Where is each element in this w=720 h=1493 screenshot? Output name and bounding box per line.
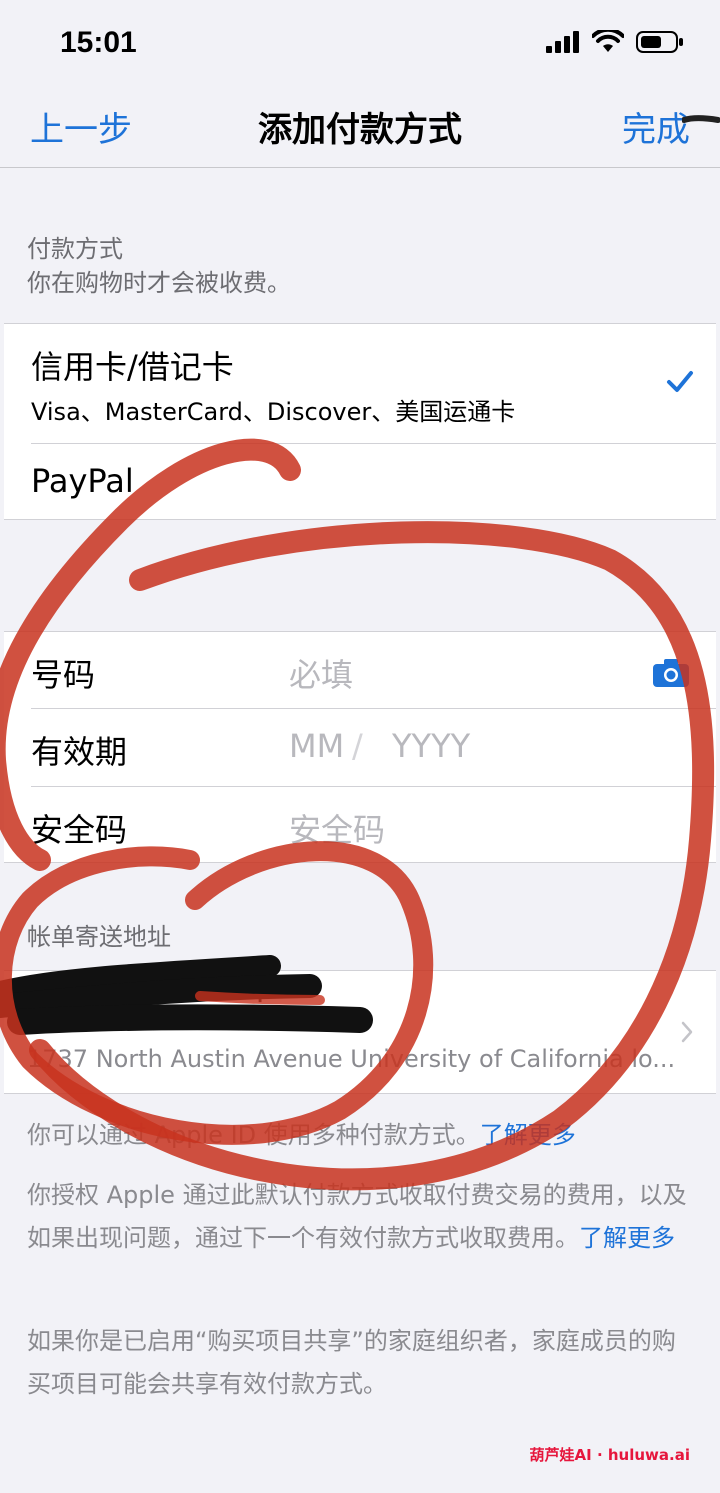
status-icons bbox=[546, 30, 684, 54]
footer-note-1: 你可以通过 Apple ID 使用多种付款方式。了解更多 bbox=[27, 1114, 687, 1157]
expiry-separator: / bbox=[352, 727, 363, 765]
done-button[interactable]: 完成 bbox=[622, 102, 690, 151]
payment-method-header: 付款方式 你在购物时才会被收费。 bbox=[27, 232, 291, 300]
navigation-bar: 上一步 添加付款方式 完成 bbox=[0, 88, 720, 168]
expiry-year-input[interactable]: YYYY bbox=[392, 727, 470, 765]
footer-note-3-text: 如果你是已启用“购买项目共享”的家庭组织者，家庭成员的购买项目可能会共享有效付款… bbox=[27, 1327, 676, 1398]
expiry-label: 有效期 bbox=[31, 733, 128, 771]
watermark: 葫芦娃AI · huluwa.ai bbox=[529, 1446, 690, 1464]
card-number-input[interactable]: 必填 bbox=[289, 650, 353, 696]
expiry-row: 有效期 MM / YYYY bbox=[4, 709, 716, 786]
cellular-signal-icon bbox=[546, 31, 579, 53]
payment-option-card[interactable]: 信用卡/借记卡 Visa、MasterCard、Discover、美国运通卡 bbox=[31, 324, 716, 444]
done-redaction-mark bbox=[682, 115, 720, 123]
battery-icon bbox=[636, 31, 683, 53]
card-form: 号码 必填 有效期 MM / YYYY 安全码 安全码 bbox=[4, 631, 716, 863]
learn-more-link-1[interactable]: 了解更多 bbox=[480, 1121, 576, 1149]
payment-option-card-title: 信用卡/借记卡 bbox=[31, 348, 234, 386]
card-number-row: 号码 必填 bbox=[4, 632, 716, 709]
expiry-month-input[interactable]: MM bbox=[289, 727, 344, 765]
payment-option-paypal-title: PayPal bbox=[31, 462, 134, 500]
payment-option-card-subtitle: Visa、MasterCard、Discover、美国运通卡 bbox=[31, 398, 516, 426]
wifi-icon bbox=[592, 30, 624, 52]
cvv-row: 安全码 安全码 bbox=[4, 787, 716, 864]
footer-note-3: 如果你是已启用“购买项目共享”的家庭组织者，家庭成员的购买项目可能会共享有效付款… bbox=[27, 1320, 687, 1406]
payment-option-paypal[interactable]: PayPal bbox=[4, 444, 716, 521]
cvv-label: 安全码 bbox=[31, 811, 128, 849]
chevron-right-icon bbox=[681, 1021, 693, 1043]
checkmark-icon bbox=[667, 371, 693, 392]
camera-icon[interactable] bbox=[652, 658, 690, 688]
billing-header: 帐单寄送地址 bbox=[27, 923, 171, 951]
status-bar: 15:01 bbox=[0, 0, 720, 88]
page-title: 添加付款方式 bbox=[258, 110, 462, 150]
learn-more-link-2[interactable]: 了解更多 bbox=[579, 1224, 675, 1252]
card-number-label: 号码 bbox=[31, 656, 96, 694]
payment-method-header-subtitle: 你在购物时才会被收费。 bbox=[27, 269, 291, 297]
footer-note-1-text: 你可以通过 Apple ID 使用多种付款方式。 bbox=[27, 1121, 480, 1149]
footer-note-2: 你授权 Apple 通过此默认付款方式收取付费交易的费用，以及如果出现问题，通过… bbox=[27, 1174, 687, 1260]
payment-options-list: 信用卡/借记卡 Visa、MasterCard、Discover、美国运通卡 P… bbox=[4, 323, 716, 520]
payment-method-header-title: 付款方式 bbox=[27, 235, 123, 263]
cvv-input[interactable]: 安全码 bbox=[289, 805, 385, 851]
redaction-scribble bbox=[0, 955, 373, 1035]
status-time: 15:01 bbox=[60, 26, 137, 59]
